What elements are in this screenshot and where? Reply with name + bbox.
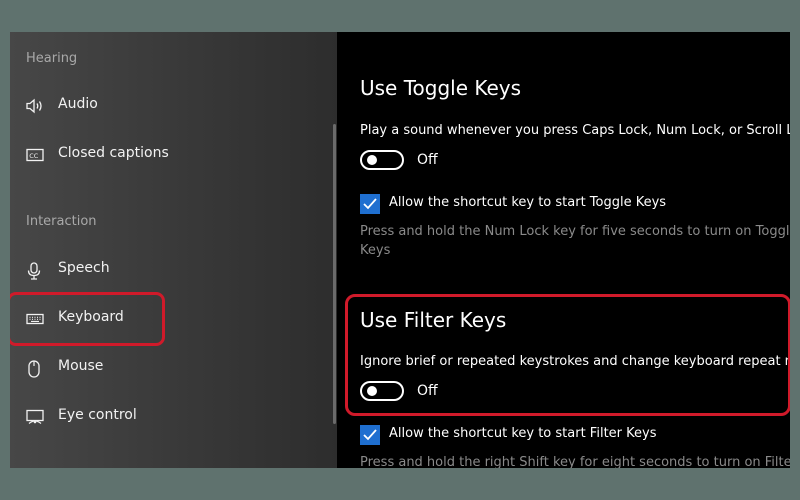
main-content: Use Toggle Keys Play a sound whenever yo…: [337, 32, 790, 468]
checkmark-icon: [363, 429, 377, 441]
filter-keys-shortcut-checkbox[interactable]: [360, 425, 380, 445]
sidebar-item-label: Closed captions: [58, 145, 169, 161]
toggle-keys-state: Off: [417, 152, 438, 168]
microphone-icon: [26, 262, 42, 280]
toggle-keys-description: Play a sound whenever you press Caps Loc…: [360, 123, 790, 138]
section-label-hearing: Hearing: [26, 51, 78, 66]
mouse-icon: [26, 360, 42, 378]
speaker-icon: [26, 98, 42, 114]
checkmark-icon: [363, 198, 377, 210]
toggle-keys-shortcut-label: Allow the shortcut key to start Toggle K…: [389, 195, 667, 210]
sidebar-item-label: Mouse: [58, 358, 104, 374]
sidebar-item-audio[interactable]: Audio: [10, 86, 337, 126]
toggle-keys-hint: Press and hold the Num Lock key for five…: [360, 224, 790, 258]
eye-control-icon: [26, 409, 44, 425]
sidebar: Hearing Audio CC Closed captions Interac…: [10, 32, 337, 468]
sidebar-item-label: Speech: [58, 260, 110, 276]
filter-keys-hint: Press and hold the right Shift key for e…: [360, 455, 790, 468]
filter-keys-highlight-annotation: [345, 294, 790, 416]
sidebar-item-closed-captions[interactable]: CC Closed captions: [10, 135, 337, 175]
section-label-interaction: Interaction: [26, 214, 97, 229]
keyboard-highlight-annotation: [10, 292, 165, 346]
closed-captions-icon: CC: [26, 147, 44, 163]
sidebar-item-label: Audio: [58, 96, 98, 112]
filter-keys-shortcut-label: Allow the shortcut key to start Filter K…: [389, 426, 657, 441]
settings-window: Hearing Audio CC Closed captions Interac…: [10, 32, 790, 468]
toggle-keys-switch[interactable]: [360, 150, 404, 170]
sidebar-scrollbar[interactable]: [333, 124, 336, 424]
sidebar-item-eye-control[interactable]: Eye control: [10, 397, 337, 437]
svg-text:CC: CC: [29, 152, 39, 160]
toggle-knob: [367, 155, 377, 165]
toggle-keys-heading: Use Toggle Keys: [360, 76, 522, 100]
sidebar-item-mouse[interactable]: Mouse: [10, 348, 337, 388]
toggle-keys-shortcut-checkbox[interactable]: [360, 194, 380, 214]
sidebar-item-label: Eye control: [58, 407, 137, 423]
sidebar-item-speech[interactable]: Speech: [10, 250, 337, 290]
